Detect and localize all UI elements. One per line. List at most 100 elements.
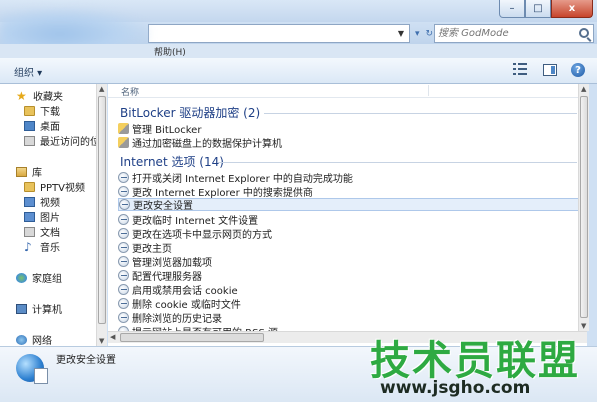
network-icon <box>16 334 27 345</box>
internet-options-icon <box>118 228 129 239</box>
scroll-up-arrow-icon[interactable]: ▲ <box>99 85 104 93</box>
list-item-label: 配置代理服务器 <box>132 272 202 283</box>
list-item-label: 更改主页 <box>132 244 172 255</box>
sidebar-item-favorites[interactable]: ★ 收藏夹 <box>16 88 63 104</box>
star-icon: ★ <box>16 88 27 103</box>
navigation-pane: ★ 收藏夹 下载 桌面 最近访问的位置 库 PPTV视频 视频 图片 文档 ♪ … <box>0 84 107 346</box>
organize-button[interactable]: 组织 ▾ <box>14 64 42 79</box>
sidebar-item-label: 桌面 <box>40 122 60 133</box>
close-button[interactable]: x <box>551 0 593 18</box>
content-pane: 名称 BitLocker 驱动器加密 (2) 管理 BitLocker 通过加密… <box>108 84 587 346</box>
sidebar-item-desktop[interactable]: 桌面 <box>24 118 60 133</box>
internet-options-icon <box>118 242 129 253</box>
content-scrollbar[interactable]: ▲ ▼ <box>578 84 589 331</box>
internet-options-icon <box>118 312 129 323</box>
list-item[interactable]: 更改临时 Internet 文件设置 <box>118 213 582 227</box>
sidebar-item-homegroup[interactable]: 家庭组 <box>16 270 62 285</box>
internet-options-large-icon <box>16 354 48 384</box>
bitlocker-icon <box>118 123 129 134</box>
help-icon[interactable]: ? <box>571 63 585 77</box>
sidebar-item-music[interactable]: ♪ 音乐 <box>24 239 60 255</box>
internet-options-icon <box>118 256 129 267</box>
minimize-button[interactable]: – <box>499 0 525 18</box>
list-item-label: 通过加密磁盘上的数据保护计算机 <box>132 139 282 150</box>
recent-places-icon <box>24 135 35 146</box>
refresh-icon[interactable]: ↻ <box>425 29 433 39</box>
list-item[interactable]: 更改在选项卡中显示网页的方式 <box>118 227 582 241</box>
list-item[interactable]: 管理浏览器加载项 <box>118 255 582 269</box>
address-bar[interactable]: ▼ <box>148 24 410 43</box>
list-item[interactable]: 打开或关闭 Internet Explorer 中的自动完成功能 <box>118 171 582 185</box>
list-item-label: 删除浏览的历史记录 <box>132 314 222 325</box>
list-item[interactable]: 删除浏览的历史记录 <box>118 311 582 325</box>
search-input[interactable] <box>435 25 575 42</box>
toolbar: 组织 ▾ ? <box>0 58 597 84</box>
list-item-label: 管理浏览器加载项 <box>132 258 212 269</box>
list-item[interactable]: 配置代理服务器 <box>118 269 582 283</box>
menu-help[interactable]: 帮助(H) <box>154 45 186 58</box>
sidebar-item-label: 视频 <box>40 198 60 209</box>
group-header-bitlocker[interactable]: BitLocker 驱动器加密 (2) <box>120 104 260 121</box>
sidebar-item-label: 网络 <box>32 336 52 346</box>
scrollbar-thumb[interactable] <box>580 96 588 318</box>
document-icon <box>24 226 35 237</box>
window-controls: – □ x <box>499 0 593 18</box>
sidebar-item-label: 音乐 <box>40 243 60 254</box>
sidebar-item-label: 计算机 <box>32 305 62 316</box>
sidebar-item-label: 家庭组 <box>32 274 62 285</box>
sidebar-item-documents[interactable]: 文档 <box>24 224 60 239</box>
scroll-left-arrow-icon[interactable]: ◀ <box>110 333 115 341</box>
menu-bar: 帮助(H) <box>0 44 597 58</box>
sidebar-item-pptv[interactable]: PPTV视频 <box>24 179 85 194</box>
scroll-up-arrow-icon[interactable]: ▲ <box>581 85 586 93</box>
column-header[interactable]: 名称 <box>108 84 587 98</box>
desktop-icon <box>24 120 35 131</box>
sidebar-item-label: 收藏夹 <box>33 92 63 103</box>
sidebar-item-downloads[interactable]: 下载 <box>24 103 60 118</box>
list-item[interactable]: 更改主页 <box>118 241 582 255</box>
list-item[interactable]: 通过加密磁盘上的数据保护计算机 <box>118 136 582 150</box>
refresh-buttons[interactable]: ▾ ↻ <box>412 25 436 42</box>
list-item-selected[interactable]: 更改安全设置 <box>118 198 582 212</box>
music-icon: ♪ <box>24 239 32 254</box>
homegroup-icon <box>16 272 27 283</box>
details-title: 更改安全设置 <box>56 355 116 366</box>
watermark: 技术员联盟 www.jsgho.com <box>366 328 594 400</box>
navigation-scrollbar[interactable]: ▲ ▼ <box>96 84 107 346</box>
sidebar-item-pictures[interactable]: 图片 <box>24 209 60 224</box>
list-item-label: 管理 BitLocker <box>132 125 202 136</box>
divider <box>264 113 577 114</box>
search-icon[interactable] <box>579 28 589 38</box>
list-item-label: 更改安全设置 <box>133 201 193 212</box>
internet-options-icon <box>118 214 129 225</box>
folder-icon <box>24 105 35 116</box>
preview-pane-icon[interactable] <box>543 64 557 76</box>
list-item-label: 删除 cookie 或临时文件 <box>132 300 241 311</box>
sidebar-item-computer[interactable]: 计算机 <box>16 301 62 316</box>
internet-options-icon <box>118 298 129 309</box>
dropdown-arrow-icon[interactable]: ▾ <box>415 29 420 39</box>
list-item-label: 启用或禁用会话 cookie <box>132 286 238 297</box>
sidebar-item-videos[interactable]: 视频 <box>24 194 60 209</box>
picture-icon <box>24 211 35 222</box>
watermark-url: www.jsgho.com <box>380 378 531 398</box>
sidebar-item-network[interactable]: 网络 <box>16 332 52 346</box>
scroll-down-arrow-icon[interactable]: ▼ <box>99 337 104 345</box>
sidebar-item-libraries[interactable]: 库 <box>16 164 42 179</box>
list-item[interactable]: 删除 cookie 或临时文件 <box>118 297 582 311</box>
list-item[interactable]: 启用或禁用会话 cookie <box>118 283 582 297</box>
bitlocker-icon <box>118 137 129 148</box>
list-item-label: 更改临时 Internet 文件设置 <box>132 216 259 227</box>
chevron-down-icon[interactable]: ▼ <box>394 26 408 41</box>
scrollbar-thumb[interactable] <box>120 333 264 342</box>
list-item-label: 打开或关闭 Internet Explorer 中的自动完成功能 <box>132 174 353 185</box>
internet-options-icon <box>118 186 129 197</box>
sidebar-item-recent-places[interactable]: 最近访问的位置 <box>24 133 106 148</box>
view-options-icon[interactable] <box>513 63 529 77</box>
group-header-internet-options[interactable]: Internet 选项 (14) <box>120 153 224 170</box>
scrollbar-thumb[interactable] <box>98 96 106 324</box>
column-name-header[interactable]: 名称 <box>121 85 139 98</box>
maximize-button[interactable]: □ <box>525 0 551 18</box>
list-item[interactable]: 管理 BitLocker <box>118 122 582 136</box>
search-box[interactable] <box>434 24 594 43</box>
